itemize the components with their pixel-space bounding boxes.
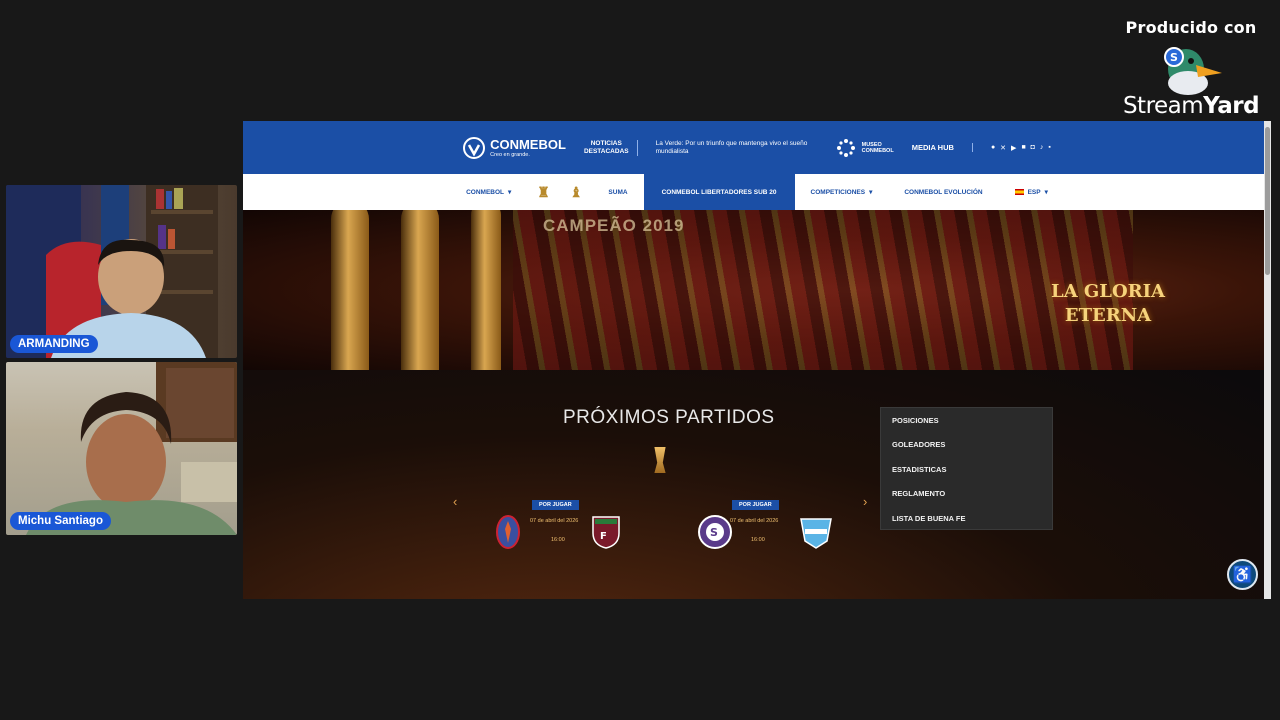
spain-flag-icon (1014, 189, 1024, 195)
match-date: 07 de abril del 2026 (530, 518, 579, 524)
match-time: 16:00 (751, 537, 765, 543)
match-status-badge: POR JUGAR (532, 500, 579, 510)
home-team-crest-icon: S (698, 515, 732, 549)
conmebol-logo[interactable]: CONMEBOL Creo en grande. (463, 136, 566, 159)
nav-conmebol[interactable]: CONMEBOL ▾ (450, 174, 527, 210)
language-selector[interactable]: ESP ▾ (999, 174, 1064, 210)
trophy-pillar (471, 210, 501, 370)
menu-item-goleadores[interactable]: GOLEADORES (881, 433, 1052, 458)
match-status-badge: POR JUGAR (732, 500, 779, 510)
shared-screen: CONMEBOL Creo en grande. NOTICIAS DESTACAD… (243, 121, 1271, 599)
competition-dropdown-menu: POSICIONES GOLEADORES ESTADISTICAS REGLA… (880, 407, 1053, 530)
twitch-icon[interactable]: ▪ (1048, 144, 1050, 152)
trophy-pillar (331, 210, 369, 370)
match-date: 07 de abril del 2026 (730, 518, 779, 524)
libertadores-trophy-icon[interactable]: ♜ (527, 174, 560, 210)
duck-icon: S (1158, 43, 1224, 97)
caret-down-icon: ▾ (869, 189, 873, 196)
nav-suma[interactable]: SUMA (592, 174, 643, 210)
conmebol-crest-icon (463, 136, 486, 159)
instagram-icon[interactable]: ◘ (1031, 144, 1035, 152)
participant-name-tag: ARMANDING (10, 335, 98, 353)
site-topbar: CONMEBOL Creo en grande. NOTICIAS DESTACAD… (243, 121, 1271, 174)
section-title: PRÓXIMOS PARTIDOS (563, 407, 775, 428)
streamyard-branding: Producido con S StreamYard (1116, 18, 1266, 119)
away-team-crest-icon (800, 518, 832, 549)
participant-video-1: ARMANDING (6, 185, 237, 358)
social-links: ● ✕ ▶ ■ ◘ ♪ ▪ (991, 144, 1051, 152)
media-hub-link[interactable]: MEDIA HUB (912, 143, 973, 152)
sudamericana-trophy-icon[interactable]: ♝ (560, 174, 593, 210)
menu-item-reglamento[interactable]: REGLAMENTO (881, 482, 1052, 507)
caret-down-icon: ▾ (508, 189, 512, 196)
museo-conmebol-link[interactable]: MUSEO CONMEBOL (836, 138, 894, 158)
menu-item-estadisticas[interactable]: ESTADISTICAS (881, 457, 1052, 482)
scrollbar-thumb[interactable] (1265, 127, 1270, 275)
participant-name-tag: Michu Santiago (10, 512, 111, 530)
match-time: 16:00 (551, 537, 565, 543)
noticias-destacadas-label: NOTICIAS DESTACADAS (584, 139, 638, 156)
hero-slogan: LA GLORIA ETERNA (1051, 281, 1165, 326)
produced-with-label: Producido con (1125, 18, 1257, 37)
linkedin-icon[interactable]: ■ (1021, 144, 1025, 152)
away-team-crest-icon: F (592, 516, 620, 549)
page-scrollbar[interactable] (1264, 121, 1271, 599)
prev-arrow-icon[interactable]: ‹ (453, 494, 457, 509)
caret-down-icon: ▾ (1044, 189, 1048, 196)
svg-text:S: S (1170, 51, 1178, 64)
campeao-banner: CAMPEÃO 2019 (543, 216, 685, 235)
youtube-icon[interactable]: ▶ (1011, 144, 1016, 152)
trophy-pillar (401, 210, 439, 370)
next-arrow-icon[interactable]: › (863, 494, 867, 509)
match-card[interactable]: POR JUGAR 07 de abril del 2026 16:00 S (695, 500, 832, 550)
match-card[interactable]: POR JUGAR 07 de abril del 2026 16:00 F (495, 500, 625, 550)
site-navbar: CONMEBOL ▾ ♜ ♝ SUMA CONMEBOL LIBERTADORES… (243, 174, 1271, 210)
svg-text:S: S (710, 526, 718, 539)
nav-libertadores-sub20[interactable]: CONMEBOL LIBERTADORES SUB 20 (643, 174, 795, 210)
nav-evolucion[interactable]: CONMEBOL EVOLUCIÓN (888, 174, 998, 210)
matches-section: PRÓXIMOS PARTIDOS ‹ › POR JUGAR 07 de ab… (243, 370, 1271, 599)
hero-banner[interactable]: CAMPEÃO 2019 LA GLORIA ETERNA (243, 210, 1271, 370)
menu-item-lista-buena-fe[interactable]: LISTA DE BUENA FE (881, 506, 1052, 531)
participant-video-2: Michu Santiago (6, 362, 237, 535)
museo-icon (836, 138, 855, 157)
tiktok-icon[interactable]: ♪ (1040, 144, 1044, 152)
menu-item-posiciones[interactable]: POSICIONES (881, 408, 1052, 433)
trophy-icon (654, 447, 666, 473)
nav-competiciones[interactable]: COMPETICIONES ▾ (795, 174, 889, 210)
facebook-icon[interactable]: ● (991, 144, 995, 152)
home-team-crest-icon (496, 515, 520, 549)
x-icon[interactable]: ✕ (1000, 144, 1006, 152)
svg-text:F: F (600, 531, 607, 542)
headline-link[interactable]: La Verde: Por un triunfo que mantenga vi… (656, 140, 818, 156)
accessibility-icon[interactable]: ♿ (1227, 559, 1258, 590)
